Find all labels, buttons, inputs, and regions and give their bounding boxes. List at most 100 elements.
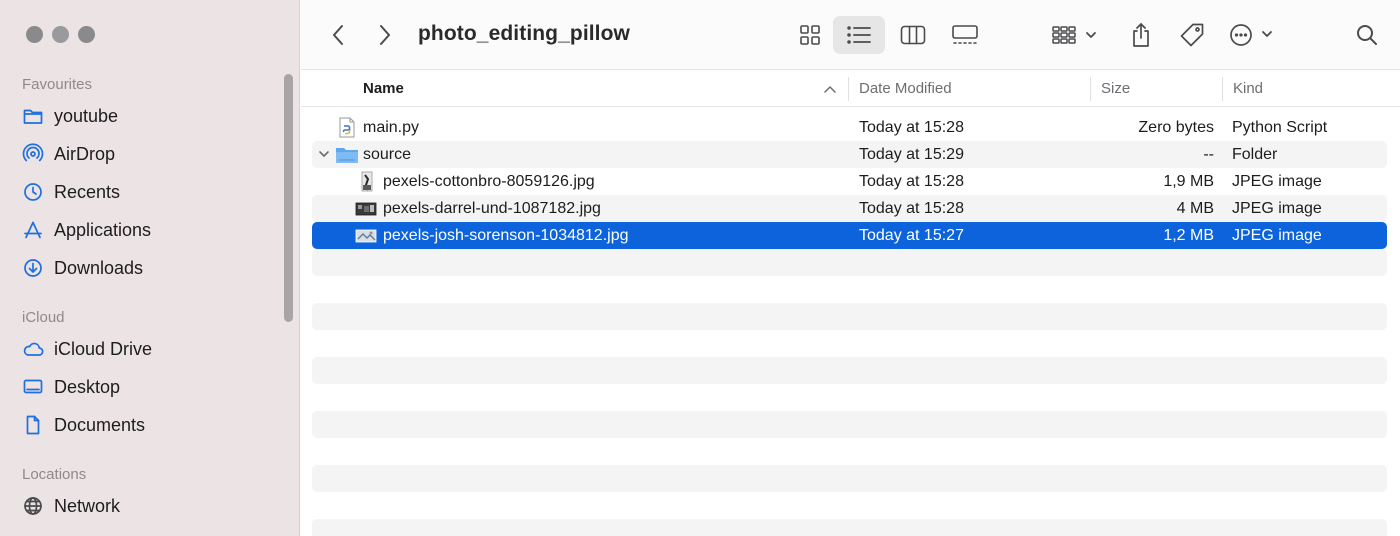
sidebar-section-icloud: iCloud — [22, 309, 65, 326]
close-window-button[interactable] — [26, 26, 43, 43]
image-thumbnail-icon — [355, 202, 377, 216]
window-title: photo_editing_pillow — [418, 22, 630, 45]
folder-icon — [336, 148, 358, 163]
file-date-modified: Today at 15:27 — [859, 227, 964, 244]
sidebar-item-label: Recents — [54, 181, 121, 202]
empty-row — [312, 492, 1387, 519]
empty-row — [312, 276, 1387, 303]
image-thumbnail-icon — [355, 229, 377, 243]
group-by-button[interactable] — [1047, 16, 1103, 54]
sidebar-item-downloads[interactable]: Downloads — [22, 253, 143, 283]
search-icon — [1357, 25, 1377, 45]
file-kind: Python Script — [1232, 119, 1328, 136]
sidebar-item-documents[interactable]: Documents — [22, 410, 145, 440]
sidebar-item-label: Applications — [54, 219, 152, 240]
sidebar-item-desktop[interactable]: Desktop — [22, 372, 120, 402]
empty-row — [312, 438, 1387, 465]
file-kind: JPEG image — [1232, 227, 1322, 244]
sidebar-section-favourites: Favourites — [22, 76, 93, 93]
python-file-icon — [339, 117, 355, 138]
file-list: main.py Today at 15:28 Zero bytes Python… — [312, 114, 1387, 536]
minimize-window-button[interactable] — [52, 26, 69, 43]
file-row-jpeg[interactable]: pexels-cottonbro-8059126.jpg Today at 15… — [312, 168, 1387, 195]
folder-icon — [22, 105, 44, 127]
file-date-modified: Today at 15:28 — [859, 173, 964, 190]
empty-row — [312, 357, 1387, 384]
zoom-window-button[interactable] — [78, 26, 95, 43]
tag-button[interactable] — [1175, 16, 1209, 54]
sidebar: Favourites youtube AirDrop Recents Appli… — [0, 0, 300, 536]
icon-view-button[interactable] — [790, 16, 830, 54]
empty-row — [312, 303, 1387, 330]
file-name: main.py — [363, 119, 420, 136]
icon-view-icon — [800, 25, 820, 45]
file-date-modified: Today at 15:28 — [859, 119, 964, 136]
group-icon — [1052, 26, 1096, 44]
clock-icon — [22, 181, 44, 203]
file-name: pexels-cottonbro-8059126.jpg — [383, 173, 595, 190]
column-divider[interactable] — [1090, 77, 1091, 101]
empty-row — [312, 330, 1387, 357]
file-size: 1,9 MB — [1163, 173, 1214, 190]
sidebar-item-network[interactable]: Network — [22, 491, 120, 521]
cloud-icon — [22, 338, 44, 360]
sidebar-item-label: Downloads — [54, 257, 144, 278]
gallery-view-button[interactable] — [945, 16, 985, 54]
airdrop-icon — [22, 143, 44, 165]
empty-row — [312, 384, 1387, 411]
search-button[interactable] — [1350, 16, 1384, 54]
file-name: pexels-darrel-und-1087182.jpg — [383, 200, 601, 217]
sidebar-scrollbar[interactable] — [284, 74, 293, 322]
list-view-button[interactable] — [833, 16, 885, 54]
column-header-date-modified[interactable]: Date Modified — [859, 80, 952, 97]
file-kind: Folder — [1232, 146, 1278, 163]
applications-icon — [22, 219, 44, 241]
sidebar-item-label: Desktop — [54, 376, 121, 397]
list-view-icon — [847, 26, 871, 44]
column-header-kind[interactable]: Kind — [1233, 80, 1263, 97]
column-view-button[interactable] — [893, 16, 933, 54]
back-button[interactable] — [323, 16, 353, 54]
disclosure-expanded-icon[interactable] — [317, 147, 331, 161]
column-divider[interactable] — [848, 77, 849, 101]
column-header-name[interactable]: Name — [363, 80, 404, 97]
share-button[interactable] — [1125, 16, 1157, 54]
download-icon — [22, 257, 44, 279]
desktop-icon — [22, 376, 44, 398]
file-row-source-folder[interactable]: source Today at 15:29 -- Folder — [312, 141, 1387, 168]
sidebar-item-airdrop[interactable]: AirDrop — [22, 139, 115, 169]
sidebar-section-locations: Locations — [22, 466, 87, 483]
file-size: 1,2 MB — [1163, 227, 1214, 244]
sidebar-item-applications[interactable]: Applications — [22, 215, 151, 245]
image-thumbnail-icon — [361, 171, 373, 192]
sidebar-item-icloud-drive[interactable]: iCloud Drive — [22, 334, 152, 364]
sidebar-item-youtube[interactable]: youtube — [22, 101, 118, 131]
share-icon — [1133, 23, 1149, 47]
back-icon — [333, 25, 343, 45]
file-date-modified: Today at 15:28 — [859, 200, 964, 217]
sort-ascending-icon[interactable] — [824, 85, 836, 93]
more-actions-button[interactable] — [1227, 16, 1277, 54]
file-size: -- — [1203, 146, 1214, 163]
empty-row — [312, 411, 1387, 438]
file-date-modified: Today at 15:29 — [859, 146, 964, 163]
file-row-jpeg[interactable]: pexels-darrel-und-1087182.jpg Today at 1… — [312, 195, 1387, 222]
column-header-size[interactable]: Size — [1101, 80, 1130, 97]
sidebar-item-recents[interactable]: Recents — [22, 177, 120, 207]
forward-button[interactable] — [370, 16, 400, 54]
sidebar-item-label: Documents — [54, 414, 146, 435]
sidebar-item-label: youtube — [54, 105, 119, 126]
finder-window: Favourites youtube AirDrop Recents Appli… — [0, 0, 1400, 536]
window-controls — [26, 26, 95, 43]
column-divider[interactable] — [1222, 77, 1223, 101]
sidebar-item-label: iCloud Drive — [54, 338, 153, 359]
more-icon — [1230, 24, 1272, 46]
column-view-icon — [900, 25, 926, 45]
gallery-view-icon — [952, 25, 978, 44]
file-row-jpeg-selected[interactable]: pexels-josh-sorenson-1034812.jpg Today a… — [312, 222, 1387, 249]
file-row-main-py[interactable]: main.py Today at 15:28 Zero bytes Python… — [312, 114, 1387, 141]
file-size: 4 MB — [1176, 200, 1214, 217]
sidebar-item-label: AirDrop — [54, 143, 116, 164]
document-icon — [22, 414, 44, 436]
forward-icon — [380, 25, 390, 45]
